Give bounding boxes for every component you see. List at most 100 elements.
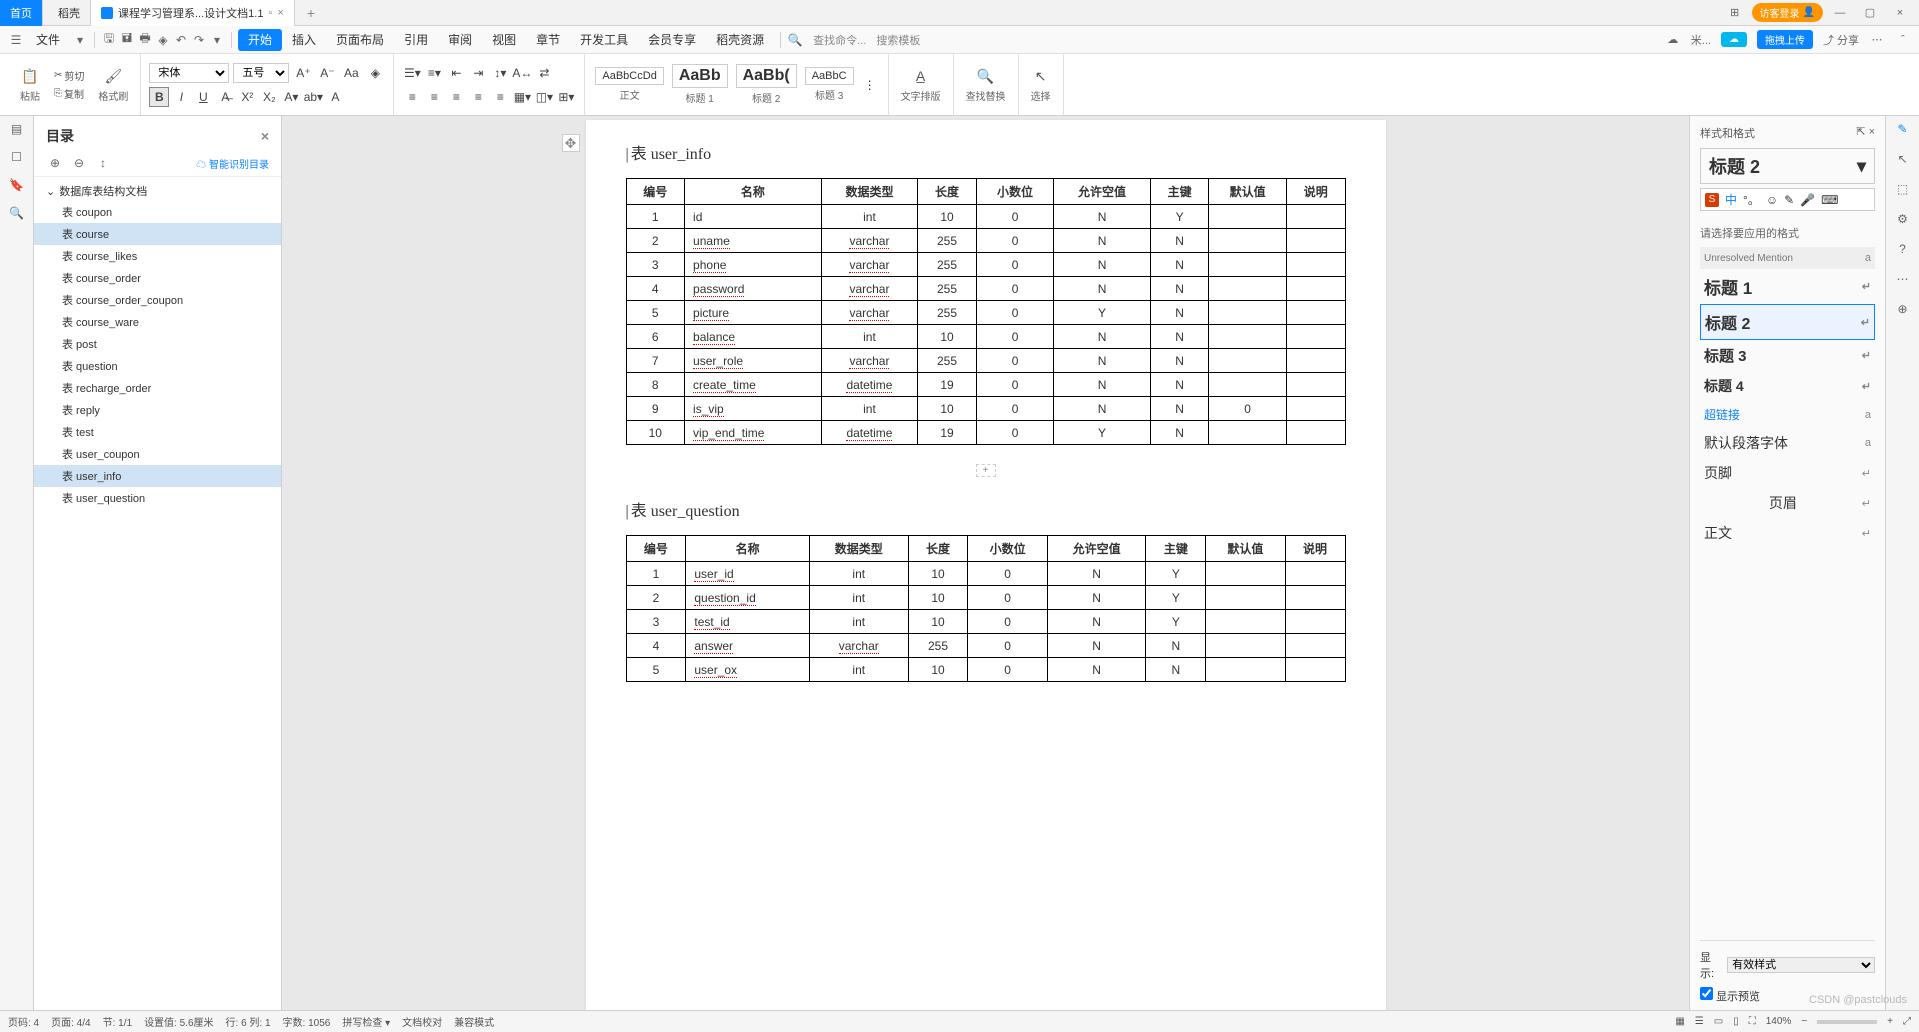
table-cell[interactable]: 255 xyxy=(918,229,977,253)
table-cell[interactable] xyxy=(1286,301,1345,325)
align-right-button[interactable]: ≡ xyxy=(446,87,466,107)
table-cell[interactable]: 1 xyxy=(626,562,686,586)
table-cell[interactable]: 0 xyxy=(976,397,1054,421)
table-cell[interactable]: answer xyxy=(686,634,810,658)
hamburger-icon[interactable]: ☰ xyxy=(8,32,24,48)
table-cell[interactable]: balance xyxy=(685,325,822,349)
fullscreen-icon[interactable]: ⤢ xyxy=(1903,1016,1911,1027)
table-cell[interactable]: 5 xyxy=(626,658,686,682)
style-list-item[interactable]: 正文↵ xyxy=(1700,518,1875,548)
status-item[interactable]: 文档校对 xyxy=(402,1018,442,1029)
document-area[interactable]: ✥ 表 user_info 编号名称数据类型长度小数位允许空值主键默认值说明1i… xyxy=(282,116,1689,1010)
toc-item[interactable]: 表 course_ware xyxy=(34,311,281,333)
toc-item[interactable]: 表 question xyxy=(34,355,281,377)
style-preview[interactable]: AaBbCcDd xyxy=(595,67,663,85)
style-preview[interactable]: AaBb xyxy=(672,64,728,88)
print-preview-icon[interactable]: ◈ xyxy=(155,32,171,48)
table-cell[interactable]: 10 xyxy=(626,421,685,445)
table-cell[interactable]: 0 xyxy=(976,253,1054,277)
help-icon[interactable]: ? xyxy=(1894,240,1912,258)
style-more-icon[interactable]: ⋮ xyxy=(860,78,880,92)
table-cell[interactable]: 8 xyxy=(626,373,685,397)
search-command[interactable]: 查找命令... xyxy=(813,32,866,48)
status-item[interactable]: 页面: 4/4 xyxy=(51,1018,90,1029)
menu-开发工具[interactable]: 开发工具 xyxy=(570,29,638,51)
table-cell[interactable] xyxy=(1206,658,1285,682)
table-cell[interactable]: N xyxy=(1150,277,1209,301)
table-cell[interactable]: 0 xyxy=(968,658,1047,682)
status-item[interactable]: 行: 6 列: 1 xyxy=(226,1018,271,1029)
table-cell[interactable]: 0 xyxy=(976,421,1054,445)
table-cell[interactable]: 10 xyxy=(908,610,968,634)
copy-button[interactable]: ⎘ 复制 xyxy=(50,85,88,102)
undo-icon[interactable]: ↶ xyxy=(173,32,189,48)
font-family-select[interactable]: 宋体 xyxy=(149,63,229,83)
tab-daoke[interactable]: 稻壳 xyxy=(43,0,91,26)
table-cell[interactable]: Y xyxy=(1146,562,1206,586)
numbering-button[interactable]: ≡▾ xyxy=(424,63,444,83)
table-cell[interactable] xyxy=(1209,373,1287,397)
table-cell[interactable]: 0 xyxy=(968,634,1047,658)
select-button[interactable]: ↖选择 xyxy=(1027,64,1055,105)
table-cell[interactable]: 0 xyxy=(976,205,1054,229)
tab-document[interactable]: 课程学习管理系...设计文档1.1 ▫ × xyxy=(91,0,295,26)
text-layout-button[interactable]: A̲文字排版 xyxy=(897,64,945,105)
panel-close-icon[interactable]: × xyxy=(1869,126,1875,138)
toc-item[interactable]: 表 course xyxy=(34,223,281,245)
table-cell[interactable]: N xyxy=(1047,610,1146,634)
table-cell[interactable]: 255 xyxy=(918,277,977,301)
table-cell[interactable]: 19 xyxy=(918,373,977,397)
cut-button[interactable]: ✂ 剪切 xyxy=(50,67,88,84)
table-cell[interactable] xyxy=(1285,562,1345,586)
table-cell[interactable]: 10 xyxy=(918,205,977,229)
table-cell[interactable]: 0 xyxy=(968,586,1047,610)
chevron-down-icon[interactable]: ▾ xyxy=(1857,156,1866,177)
ime-voice-icon[interactable]: 🎤 xyxy=(1800,193,1815,207)
table-cell[interactable]: 0 xyxy=(968,562,1047,586)
view-read-icon[interactable]: ▯ xyxy=(1733,1016,1739,1027)
chevron-up-icon[interactable]: ˆ xyxy=(1895,32,1911,48)
upload-button[interactable]: 拖拽上传 xyxy=(1757,30,1813,49)
table-cell[interactable]: 10 xyxy=(918,325,977,349)
table-cell[interactable]: datetime xyxy=(821,373,918,397)
table-cell[interactable]: N xyxy=(1150,301,1209,325)
toc-item[interactable]: 表 course_order xyxy=(34,267,281,289)
view-web-icon[interactable]: ▭ xyxy=(1714,1016,1723,1027)
zoom-in-button[interactable]: + xyxy=(1887,1016,1893,1027)
style-list-item[interactable]: 标题 1↵ xyxy=(1700,269,1875,304)
border-button[interactable]: ⊞▾ xyxy=(556,87,576,107)
table-cell[interactable]: 255 xyxy=(918,349,977,373)
para-border-button[interactable]: ▦▾ xyxy=(512,87,532,107)
table-cell[interactable]: uname xyxy=(685,229,822,253)
table-cell[interactable] xyxy=(1209,301,1287,325)
table-cell[interactable]: 2 xyxy=(626,586,686,610)
zoom-out-button[interactable]: − xyxy=(1801,1016,1807,1027)
ime-skin-icon[interactable]: ✎ xyxy=(1784,193,1794,207)
underline-button[interactable]: U xyxy=(193,87,213,107)
toc-item[interactable]: 表 course_order_coupon xyxy=(34,289,281,311)
table-cell[interactable]: Y xyxy=(1146,610,1206,634)
status-item[interactable]: 设置值: 5.6厘米 xyxy=(144,1018,213,1029)
align-justify-button[interactable]: ≡ xyxy=(468,87,488,107)
menu-开始[interactable]: 开始 xyxy=(238,29,282,51)
table-cell[interactable]: N xyxy=(1150,229,1209,253)
expand-all-icon[interactable]: ⊕ xyxy=(46,154,64,172)
show-styles-select[interactable]: 有效样式 xyxy=(1727,957,1875,973)
table-cell[interactable] xyxy=(1209,253,1287,277)
table-add-row-button[interactable]: + xyxy=(976,464,996,477)
grid-icon[interactable]: ⊞ xyxy=(1722,3,1748,23)
table-cell[interactable]: int xyxy=(809,586,908,610)
table-cell[interactable]: password xyxy=(685,277,822,301)
table-cell[interactable] xyxy=(1286,373,1345,397)
table-cell[interactable]: varchar xyxy=(821,253,918,277)
table-cell[interactable]: N xyxy=(1054,397,1151,421)
table-cell[interactable] xyxy=(1286,421,1345,445)
table-cell[interactable]: varchar xyxy=(821,349,918,373)
table-cell[interactable] xyxy=(1285,658,1345,682)
table-cell[interactable] xyxy=(1285,634,1345,658)
close-button[interactable]: × xyxy=(1887,3,1913,23)
more-icon[interactable]: ⋯ xyxy=(1869,32,1885,48)
table-cell[interactable]: create_time xyxy=(685,373,822,397)
toc-item[interactable]: 表 reply xyxy=(34,399,281,421)
bookmark-icon[interactable]: 🔖 xyxy=(8,176,26,194)
